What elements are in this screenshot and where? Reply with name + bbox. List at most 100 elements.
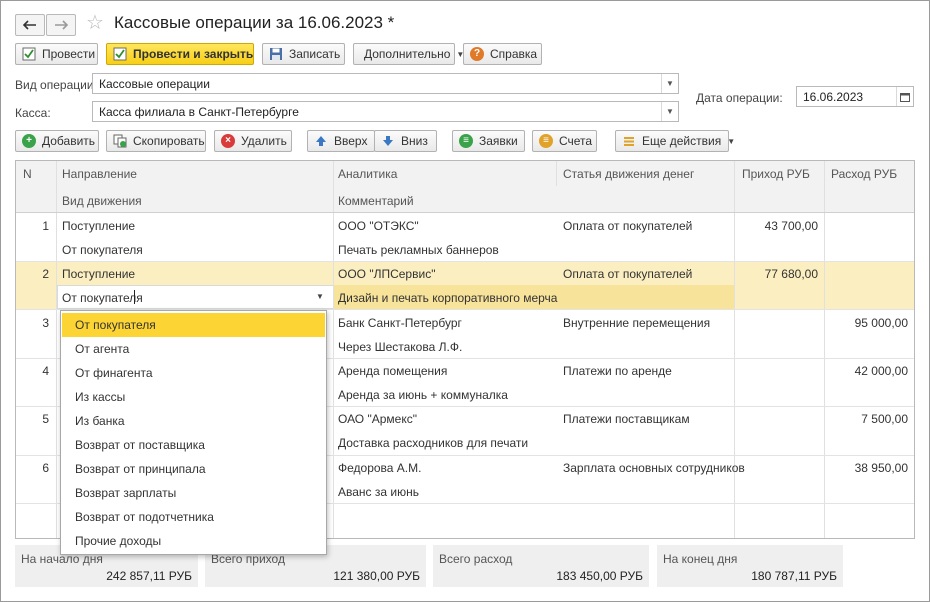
- row-3-n[interactable]: 3: [16, 316, 49, 330]
- help-icon: ?: [470, 47, 484, 61]
- cash-field[interactable]: Касса филиала в Санкт-Петербурге ▼: [92, 101, 679, 122]
- row-3-article[interactable]: Внутренние перемещения: [563, 316, 710, 330]
- invoices-button[interactable]: ≡ Счета: [532, 130, 597, 152]
- post-button[interactable]: Провести: [15, 43, 98, 65]
- row-5-analytics[interactable]: ОАО "Армекс": [338, 412, 417, 426]
- row-1-movement[interactable]: От покупателя: [62, 243, 143, 257]
- row-3-comment[interactable]: Через Шестакова Л.Ф.: [338, 340, 462, 354]
- add-button-label: Добавить: [42, 134, 96, 148]
- row-2-n[interactable]: 2: [16, 267, 49, 281]
- col-header-expense[interactable]: Расход РУБ: [831, 167, 897, 181]
- row-4-analytics[interactable]: Аренда помещения: [338, 364, 447, 378]
- row-1-n[interactable]: 1: [16, 219, 49, 233]
- col-header-income[interactable]: Приход РУБ: [742, 167, 810, 181]
- row-2-income[interactable]: 77 680,00: [736, 267, 818, 281]
- more-button[interactable]: Дополнительно ▼: [353, 43, 464, 65]
- dropdown-item[interactable]: Возврат от подотчетника: [62, 505, 325, 529]
- chevron-down-icon: ▼: [727, 136, 736, 146]
- more-actions-label: Еще действия: [642, 134, 722, 148]
- save-button[interactable]: Записать: [262, 43, 345, 65]
- row-5-n[interactable]: 5: [16, 412, 49, 426]
- list-icon: [622, 134, 636, 148]
- row-6-n[interactable]: 6: [16, 461, 49, 475]
- dropdown-item[interactable]: От покупателя: [62, 313, 325, 337]
- row-5-article[interactable]: Платежи поставщикам: [563, 412, 690, 426]
- row-4-comment[interactable]: Аренда за июнь + коммуналка: [338, 388, 508, 402]
- more-actions-button[interactable]: Еще действия ▼: [615, 130, 735, 152]
- copy-button[interactable]: Скопировать: [106, 130, 206, 152]
- save-button-label: Записать: [289, 47, 341, 61]
- col-header-n[interactable]: N: [23, 167, 32, 181]
- row-2-analytics[interactable]: ООО "ЛПСервис": [338, 267, 435, 281]
- dropdown-item[interactable]: От агента: [62, 337, 325, 361]
- col-header-article[interactable]: Статья движения денег: [563, 167, 694, 181]
- col-header-analytics[interactable]: Аналитика: [338, 167, 397, 181]
- dropdown-item[interactable]: Возврат зарплаты: [62, 481, 325, 505]
- row-1-analytics[interactable]: ООО "ОТЭКС": [338, 219, 419, 233]
- chevron-down-icon[interactable]: ▼: [661, 74, 678, 93]
- chevron-down-icon[interactable]: ▼: [316, 292, 324, 301]
- requests-icon: ≡: [459, 134, 473, 148]
- movement-type-dropdown[interactable]: От покупателя От агента От финагента Из …: [60, 310, 327, 555]
- add-button[interactable]: + Добавить: [15, 130, 99, 152]
- back-button[interactable]: [15, 14, 45, 36]
- row-3-analytics[interactable]: Банк Санкт-Петербург: [338, 316, 462, 330]
- row-1-direction[interactable]: Поступление: [62, 219, 135, 233]
- row-5-expense[interactable]: 7 500,00: [826, 412, 908, 426]
- requests-button[interactable]: ≡ Заявки: [452, 130, 525, 152]
- dropdown-item[interactable]: Прочие доходы: [62, 529, 325, 553]
- row-4-expense[interactable]: 42 000,00: [826, 364, 908, 378]
- row-5-comment[interactable]: Доставка расходников для печати: [338, 436, 528, 450]
- dropdown-item[interactable]: Из банка: [62, 409, 325, 433]
- row-1-article[interactable]: Оплата от покупателей: [563, 219, 692, 233]
- move-up-label: Вверх: [334, 134, 368, 148]
- col-header-comment[interactable]: Комментарий: [338, 194, 414, 208]
- calendar-icon[interactable]: [896, 87, 913, 106]
- total-label: На конец дня: [663, 552, 738, 566]
- post-icon: [22, 47, 36, 61]
- row-2-comment[interactable]: Дизайн и печать корпоративного мерча: [338, 291, 557, 305]
- favorite-star-icon[interactable]: ☆: [86, 13, 104, 33]
- row-2-article[interactable]: Оплата от покупателей: [563, 267, 692, 281]
- date-field[interactable]: 16.06.2023: [796, 86, 914, 107]
- arrow-left-icon: [23, 20, 36, 30]
- row-6-analytics[interactable]: Федорова А.М.: [338, 461, 421, 475]
- arrow-up-icon: [314, 134, 328, 148]
- floppy-disk-icon: [269, 47, 283, 61]
- dropdown-item[interactable]: От финагента: [62, 361, 325, 385]
- total-expense: Всего расход 183 450,00 РУБ: [433, 545, 649, 587]
- delete-button[interactable]: × Удалить: [214, 130, 292, 152]
- row-4-n[interactable]: 4: [16, 364, 49, 378]
- total-value: 121 380,00 РУБ: [333, 569, 420, 583]
- date-label: Дата операции:: [696, 91, 783, 105]
- arrow-down-icon: [381, 134, 395, 148]
- move-up-button[interactable]: Вверх: [307, 130, 375, 152]
- dropdown-item[interactable]: Из кассы: [62, 385, 325, 409]
- row-1-comment[interactable]: Печать рекламных баннеров: [338, 243, 499, 257]
- post-and-close-button[interactable]: Провести и закрыть: [106, 43, 254, 65]
- row-6-expense[interactable]: 38 950,00: [826, 461, 908, 475]
- delete-button-label: Удалить: [241, 134, 287, 148]
- op-type-field[interactable]: Кассовые операции ▼: [92, 73, 679, 94]
- row-2-movement-input[interactable]: От покупателя: [62, 291, 143, 305]
- col-header-direction[interactable]: Направление: [62, 167, 137, 181]
- row-6-comment[interactable]: Аванс за июнь: [338, 485, 419, 499]
- col-header-movement[interactable]: Вид движения: [62, 194, 142, 208]
- row-6-article[interactable]: Зарплата основных сотрудников: [563, 461, 745, 475]
- post-and-close-label: Провести и закрыть: [133, 47, 254, 61]
- chevron-down-icon[interactable]: ▼: [661, 102, 678, 121]
- cash-value: Касса филиала в Санкт-Петербурге: [99, 104, 299, 119]
- invoices-button-label: Счета: [559, 134, 593, 148]
- forward-button[interactable]: [46, 14, 76, 36]
- row-3-expense[interactable]: 95 000,00: [826, 316, 908, 330]
- row-2-direction[interactable]: Поступление: [62, 267, 135, 281]
- dropdown-item[interactable]: Возврат от поставщика: [62, 433, 325, 457]
- help-button[interactable]: ? Справка: [463, 43, 542, 65]
- cash-label: Касса:: [15, 106, 51, 120]
- row-1-income[interactable]: 43 700,00: [736, 219, 818, 233]
- requests-button-label: Заявки: [479, 134, 518, 148]
- dropdown-item[interactable]: Возврат от принципала: [62, 457, 325, 481]
- move-down-button[interactable]: Вниз: [374, 130, 437, 152]
- arrow-right-icon: [55, 20, 68, 30]
- row-4-article[interactable]: Платежи по аренде: [563, 364, 672, 378]
